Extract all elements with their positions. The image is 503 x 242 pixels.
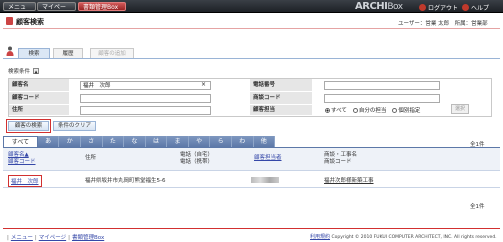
footer-mypage-link[interactable]: マイページ [39,235,66,241]
table-row-address: 福井県坂井市丸岡町熊堂福生5-6 [85,178,166,184]
row-divider [3,187,500,188]
nav-menu-button[interactable]: メニュー [3,2,36,20]
kana-tab-ka[interactable]: か [59,136,82,147]
kana-tab-all[interactable]: すべて [3,136,38,147]
collapse-toggle-icon[interactable]: ▲ [33,68,40,74]
table-row-customer-name[interactable]: 福井 次郎 [8,175,42,187]
customer-name-input[interactable]: 福井 次郎 [80,81,211,90]
col-address: 住所 [85,155,97,161]
col-project: 商談・工事名 商談コード [324,152,357,166]
results-header [3,148,500,171]
customer-name-label: 顧客名 [9,79,69,92]
phone-input[interactable] [324,81,440,90]
result-count-bottom: 全1件 [470,204,485,210]
nav-mypage-button[interactable]: マイページ [37,2,76,20]
page-title-icon [6,17,13,25]
property-code-label: 商談コード [250,92,312,105]
page-title: 顧客検索 [16,18,44,26]
address-input[interactable] [80,106,211,115]
kana-tab-na[interactable]: な [124,136,146,147]
clear-name-icon[interactable]: × [201,81,206,88]
footer-docs-link[interactable]: 書類管理Box [72,235,104,241]
customer-name-link[interactable]: 福井 次郎 [11,179,39,185]
conditions-header: 検索条件 ▲ [8,67,40,75]
radio-all-icon [325,108,330,113]
tab-history[interactable]: 履歴 [53,48,83,58]
col-phone-home: 電話（自宅） [180,152,214,158]
copyright-text: Copyright © 2010 FUKUI COMPUTER ARCHITEC… [331,235,497,240]
logout-link[interactable]: ログアウト [419,3,458,12]
radio-specific-icon [392,108,398,113]
footer-divider [3,228,500,229]
tab-search[interactable]: 検索 [18,48,50,58]
address-label: 住所 [9,105,69,116]
tab-underline [3,58,500,59]
conditions-heading: 検索条件 [8,69,31,75]
table-row-project-link[interactable]: 福井次郎様新築工事 [324,176,374,184]
staff-label: 顧客担当 [250,105,312,116]
footer-menu-link[interactable]: メニュー [11,235,33,241]
property-code-input[interactable] [324,94,440,103]
footer-nav: | メニュー | マイページ | 書類管理Box [7,235,105,241]
kana-tab-ya[interactable]: や [189,136,211,147]
select-staff-button[interactable]: 選択 [451,104,469,114]
search-button[interactable]: 顧客の検索 [6,119,51,133]
kana-tab-other[interactable]: 他 [254,136,276,147]
kana-tab-sa[interactable]: さ [81,136,103,147]
kana-tab-wa[interactable]: わ [232,136,254,147]
sort-customer-code[interactable]: 顧客コード [8,159,36,166]
phone-label: 電話番号 [250,79,312,92]
help-icon [462,4,469,11]
kana-filter-bar: すべて あ か さ た な は ま や ら わ 他 [3,136,276,147]
terms-link[interactable]: 利用規約 [310,234,330,240]
kana-tab-ra[interactable]: ら [210,136,232,147]
tab-add-customer[interactable]: 顧客の追加 [90,48,134,58]
sort-staff[interactable]: 顧客担当者 [254,155,282,162]
col-project-name: 商談・工事名 [324,152,358,158]
header-divider [3,28,500,29]
help-link[interactable]: ヘルプ [462,3,489,12]
kana-tab-a[interactable]: あ [38,136,60,147]
archibox-logo: ARCHIBox [355,1,403,12]
sort-customer-name[interactable]: 顧客名▲ [8,152,36,159]
customer-code-input[interactable] [80,94,211,103]
kana-tab-ha[interactable]: は [146,136,168,147]
col-phone-mobile: 電話（携帯） [180,159,214,165]
person-icon [6,46,14,56]
col-project-code: 商談コード [324,159,352,165]
copyright: 利用規約 Copyright © 2010 FUKUI COMPUTER ARC… [310,233,497,240]
clear-conditions-button[interactable]: 条件のクリア [53,121,96,131]
logout-icon [419,4,426,11]
customer-name-value: 福井 次郎 [83,83,111,89]
nav-docs-button[interactable]: 書類管理Box [78,2,126,11]
staff-name-redacted [251,177,279,183]
staff-radio-group: すべて 自分の担当 個別指定 [325,106,420,114]
col-phone: 電話（自宅） 電話（携帯） [180,152,213,166]
radio-mine[interactable]: 自分の担当 [352,106,386,114]
col-customer: 顧客名▲ 顧客コード [8,152,36,166]
customer-code-label: 顧客コード [9,92,69,105]
kana-tab-ma[interactable]: ま [167,136,189,147]
radio-all[interactable]: すべて [325,106,347,114]
radio-mine-icon [352,108,358,113]
radio-specific[interactable]: 個別指定 [392,106,420,114]
user-info: ユーザー：営業 太郎 所属：営業部 [398,21,488,27]
kana-tab-ta[interactable]: た [103,136,125,147]
